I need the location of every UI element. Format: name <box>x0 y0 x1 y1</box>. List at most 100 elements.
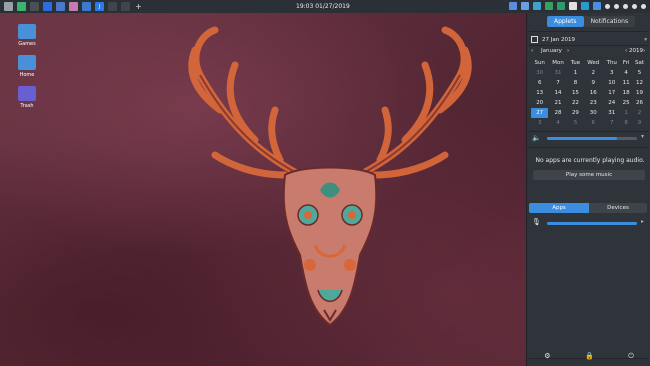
calendar-day[interactable]: 20 <box>531 98 548 108</box>
calendar-day[interactable]: 18 <box>620 88 632 98</box>
prev-year-button[interactable]: ‹ <box>625 48 627 54</box>
calendar-day[interactable]: 23 <box>583 98 603 108</box>
calendar-day[interactable]: 24 <box>603 98 620 108</box>
calendar-day[interactable]: 26 <box>632 98 647 108</box>
tray-icon-5[interactable] <box>569 2 577 10</box>
calendar-day[interactable]: 25 <box>620 98 632 108</box>
calendar-day[interactable]: 1 <box>568 68 584 78</box>
calendar-day[interactable]: 7 <box>548 78 567 88</box>
sidebar-footer: ⚙ 🔒 ⏻ <box>527 352 650 361</box>
tab-devices[interactable]: Devices <box>589 203 647 213</box>
tray-icon-12[interactable] <box>641 3 646 9</box>
calendar-day[interactable]: 5 <box>568 118 584 128</box>
calendar-day[interactable]: 27 <box>531 108 549 118</box>
calendar-day[interactable]: 14 <box>548 88 567 98</box>
calendar-day[interactable]: 10 <box>603 78 620 88</box>
app-window3-icon[interactable] <box>121 2 130 11</box>
next-month-button[interactable]: › <box>567 48 569 54</box>
app-window2-icon[interactable] <box>108 2 117 11</box>
tray-icon-7[interactable] <box>593 2 601 10</box>
calendar-day[interactable]: 21 <box>548 98 567 108</box>
menu-icon[interactable] <box>4 2 13 11</box>
weekday-label: Thu <box>606 60 617 66</box>
trash-icon <box>18 86 36 101</box>
app-sheet-icon[interactable] <box>82 2 91 11</box>
app-green-icon[interactable] <box>17 2 26 11</box>
lock-icon[interactable]: 🔒 <box>585 352 594 361</box>
calendar-day[interactable]: 6 <box>583 118 603 128</box>
calendar-day[interactable]: 3 <box>531 118 548 128</box>
settings-icon[interactable]: ⚙ <box>544 352 550 361</box>
calendar-day[interactable]: 3 <box>603 68 620 78</box>
calendar-day[interactable]: 4 <box>548 118 567 128</box>
input-volume-slider-fill <box>547 222 637 225</box>
calendar-day[interactable]: 1 <box>620 108 632 118</box>
month-label: January <box>541 48 562 54</box>
tray-icon-3[interactable] <box>545 2 553 10</box>
app-calendar-icon[interactable] <box>56 2 65 11</box>
calendar-day[interactable]: 29 <box>568 108 584 118</box>
app-j-icon[interactable]: J <box>95 2 104 11</box>
desktop-icon-games[interactable]: Games <box>14 24 40 47</box>
speaker-icon[interactable]: 🔈 <box>532 134 541 142</box>
add-panel-item-button[interactable]: + <box>134 2 143 11</box>
calendar-day[interactable]: 5 <box>632 68 647 78</box>
tray-icon-2[interactable] <box>533 2 541 10</box>
calendar-day[interactable]: 22 <box>568 98 584 108</box>
calendar-day[interactable]: 30 <box>531 68 548 78</box>
calendar-day[interactable]: 19 <box>632 88 647 98</box>
divider <box>529 131 649 132</box>
input-volume-slider[interactable] <box>547 222 637 225</box>
calendar-day[interactable]: 15 <box>568 88 584 98</box>
calendar-day[interactable]: 8 <box>568 78 584 88</box>
calendar-grid: Sun Mon Tue Wed Thu Fri Sat 30 31 1 2 3 4 5 6 7 8 9 10 11 12… <box>531 58 647 128</box>
calendar-day[interactable]: 31 <box>548 68 567 78</box>
panel-launchers: J <box>0 2 130 11</box>
calendar-day[interactable]: 8 <box>620 118 632 128</box>
desktop-icon-trash[interactable]: Trash <box>14 86 40 109</box>
play-music-button[interactable]: Play some music <box>533 170 645 180</box>
calendar-day[interactable]: 9 <box>632 118 647 128</box>
calendar-day[interactable]: 30 <box>583 108 603 118</box>
tray-icon-4[interactable] <box>557 2 565 10</box>
prev-month-button[interactable]: ‹ <box>531 48 533 54</box>
power-icon[interactable]: ⏻ <box>628 352 634 361</box>
tray-icon-11[interactable] <box>632 3 637 9</box>
calendar-day[interactable]: 9 <box>583 78 603 88</box>
calendar-day[interactable]: 7 <box>603 118 620 128</box>
tray-icon-10[interactable] <box>623 3 628 9</box>
desktop-icon-home[interactable]: Home <box>14 55 40 78</box>
tray-icon-1[interactable] <box>521 2 529 10</box>
calendar-icon <box>531 36 538 43</box>
calendar-day[interactable]: 2 <box>632 108 647 118</box>
calendar-day[interactable]: 17 <box>603 88 620 98</box>
tab-applets[interactable]: Applets <box>547 16 584 27</box>
next-year-button[interactable]: › <box>643 48 645 54</box>
tab-apps[interactable]: Apps <box>529 203 589 213</box>
calendar-day[interactable]: 4 <box>620 68 632 78</box>
tray-icon-8[interactable] <box>605 3 610 9</box>
calendar-day[interactable]: 12 <box>632 78 647 88</box>
calendar-nav: ‹ January › ‹ 2019 › <box>531 48 647 56</box>
app-blue-icon[interactable] <box>43 2 52 11</box>
volume-slider[interactable] <box>547 137 637 140</box>
calendar-day[interactable]: 13 <box>531 88 548 98</box>
app-pink-icon[interactable] <box>69 2 78 11</box>
calendar-day[interactable]: 11 <box>620 78 632 88</box>
chevron-down-icon[interactable]: ▾ <box>641 133 644 140</box>
panel-clock[interactable]: 19:03 01/27/2019 <box>296 0 350 13</box>
divider <box>529 147 649 148</box>
chevron-down-icon[interactable]: ▸ <box>641 218 644 225</box>
chevron-down-icon[interactable]: ▾ <box>644 37 647 43</box>
tab-notifications[interactable]: Notifications <box>583 16 636 27</box>
calendar-day[interactable]: 31 <box>603 108 620 118</box>
calendar-day[interactable]: 6 <box>531 78 548 88</box>
tray-icon-0[interactable] <box>509 2 517 10</box>
calendar-day[interactable]: 16 <box>583 88 603 98</box>
microphone-icon[interactable]: 🎙 <box>532 218 541 226</box>
calendar-day[interactable]: 28 <box>548 108 567 118</box>
tray-icon-9[interactable] <box>614 3 619 9</box>
tray-icon-6[interactable] <box>581 2 589 10</box>
calendar-day[interactable]: 2 <box>583 68 603 78</box>
app-window-icon[interactable] <box>30 2 39 11</box>
